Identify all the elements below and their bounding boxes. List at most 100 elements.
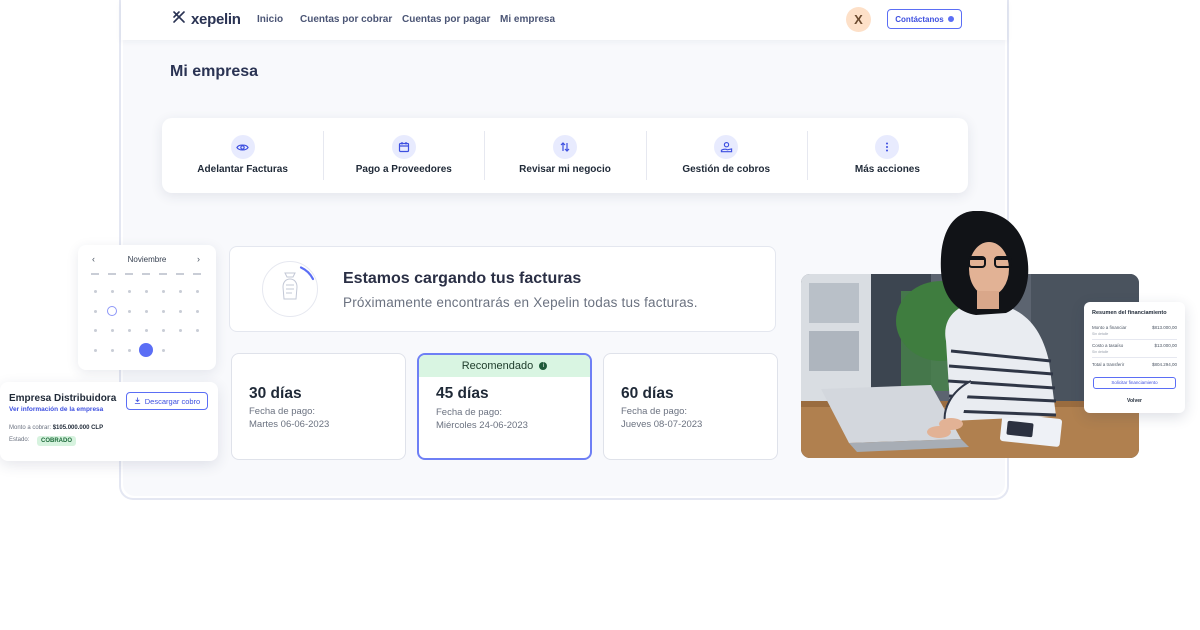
calendar-day[interactable] bbox=[110, 289, 114, 293]
status-label: Estado: bbox=[9, 437, 30, 443]
xepelin-logo-icon bbox=[171, 9, 187, 30]
calendar-day[interactable] bbox=[178, 328, 182, 332]
download-button[interactable]: Descargar cobro bbox=[126, 392, 208, 410]
contact-label: Contáctanos bbox=[895, 14, 944, 24]
calendar-day[interactable] bbox=[93, 328, 97, 332]
calendar-widget: ‹ Noviembre › bbox=[78, 245, 216, 370]
download-icon bbox=[134, 396, 141, 406]
logo-text: xepelin bbox=[191, 11, 241, 28]
plan-title: 45 días bbox=[436, 385, 489, 402]
amount-label: Monto a cobrar: bbox=[9, 425, 52, 431]
action-label: Adelantar Facturas bbox=[197, 164, 288, 175]
calendar-day[interactable] bbox=[161, 289, 165, 293]
eye-icon bbox=[230, 135, 255, 159]
calendar-day[interactable] bbox=[195, 328, 199, 332]
calendar-day-selected[interactable] bbox=[139, 343, 153, 357]
action-pago-proveedores[interactable]: Pago a Proveedores bbox=[323, 118, 484, 193]
quick-actions-bar: Adelantar Facturas Pago a Proveedores Re… bbox=[162, 118, 968, 193]
chevron-right-icon[interactable]: › bbox=[197, 254, 200, 264]
nav-link-cuentas-por-cobrar[interactable]: Cuentas por cobrar bbox=[300, 14, 392, 25]
calendar-day[interactable] bbox=[110, 328, 114, 332]
contact-dot-icon bbox=[947, 16, 954, 22]
summary-divider bbox=[1092, 357, 1177, 358]
logo[interactable]: xepelin bbox=[171, 9, 241, 30]
loading-spinner bbox=[262, 261, 318, 317]
summary-title: Resumen del financiamiento bbox=[1092, 310, 1167, 316]
recommended-banner: Recomendado i bbox=[419, 355, 590, 377]
calendar-weekday-mark bbox=[91, 273, 99, 275]
plan-date-label: Fecha de pago: bbox=[249, 406, 316, 417]
loading-title: Estamos cargando tus facturas bbox=[343, 270, 582, 287]
download-label: Descargar cobro bbox=[144, 396, 201, 406]
contact-button[interactable]: Contáctanos bbox=[887, 9, 962, 29]
summary-row-value: $804.294,00 bbox=[1151, 362, 1177, 367]
hand-money-icon bbox=[714, 135, 739, 159]
calendar-day[interactable] bbox=[93, 348, 97, 352]
calendar-day[interactable] bbox=[161, 328, 165, 332]
financing-summary-card: Resumen del financiamiento Monto a finan… bbox=[1084, 302, 1185, 413]
status-badge: COBRADO bbox=[37, 436, 76, 446]
summary-divider bbox=[1092, 339, 1177, 340]
action-revisar-negocio[interactable]: Revisar mi negocio bbox=[484, 118, 645, 193]
calendar-day[interactable] bbox=[110, 348, 114, 352]
top-navbar: xepelin Inicio Cuentas por cobrar Cuenta… bbox=[121, 0, 1007, 40]
plan-date: Miércoles 24-06-2023 bbox=[436, 420, 528, 431]
calendar-weekday-mark bbox=[193, 273, 201, 275]
company-name: Empresa Distribuidora bbox=[9, 393, 117, 404]
plan-card-45[interactable]: Recomendado i 45 días Fecha de pago: Mié… bbox=[417, 353, 592, 460]
company-info-link[interactable]: Ver información de la empresa bbox=[9, 406, 103, 413]
nav-link-cuentas-por-pagar[interactable]: Cuentas por pagar bbox=[402, 14, 490, 25]
plan-date: Martes 06-06-2023 bbox=[249, 419, 330, 430]
calendar-weekday-mark bbox=[142, 273, 150, 275]
plan-title: 60 días bbox=[621, 385, 674, 402]
action-label: Gestión de cobros bbox=[682, 164, 771, 175]
summary-row-label: Costo a tasaíso bbox=[1092, 343, 1124, 348]
calendar-month: Noviembre bbox=[127, 255, 167, 264]
calendar-day[interactable] bbox=[93, 309, 97, 313]
calendar-day[interactable] bbox=[127, 309, 131, 313]
calendar-day[interactable] bbox=[127, 328, 131, 332]
calendar-day[interactable] bbox=[178, 289, 182, 293]
company-card: Empresa Distribuidora Ver información de… bbox=[0, 382, 218, 461]
action-label: Pago a Proveedores bbox=[355, 164, 452, 175]
nav-link-inicio[interactable]: Inicio bbox=[257, 14, 283, 25]
plan-card-60[interactable]: 60 días Fecha de pago: Jueves 08-07-2023 bbox=[603, 353, 778, 460]
nav-link-mi-empresa[interactable]: Mi empresa bbox=[500, 14, 555, 25]
summary-row-sub: Sin detalle bbox=[1092, 350, 1109, 354]
calendar-day[interactable] bbox=[178, 309, 182, 313]
plan-card-30[interactable]: 30 días Fecha de pago: Martes 06-06-2023 bbox=[231, 353, 406, 460]
calendar-weekday-mark bbox=[176, 273, 184, 275]
calendar-day[interactable] bbox=[144, 328, 148, 332]
calendar-day[interactable] bbox=[127, 289, 131, 293]
calendar-day[interactable] bbox=[93, 289, 97, 293]
loading-subtitle: Próximamente encontrarás en Xepelin toda… bbox=[343, 295, 698, 310]
calendar-day[interactable] bbox=[161, 348, 165, 352]
calendar-day[interactable] bbox=[195, 309, 199, 313]
action-adelantar-facturas[interactable]: Adelantar Facturas bbox=[162, 118, 323, 193]
calendar-day[interactable] bbox=[144, 309, 148, 313]
calendar-day[interactable] bbox=[144, 289, 148, 293]
calendar-day-today[interactable] bbox=[107, 306, 117, 316]
info-icon: i bbox=[539, 362, 548, 370]
calendar-weekday-mark bbox=[125, 273, 133, 275]
plan-title: 30 días bbox=[249, 385, 302, 402]
back-link[interactable]: Volver bbox=[1084, 398, 1185, 404]
request-financing-button[interactable]: Solicitar financiamiento bbox=[1093, 377, 1176, 389]
page-title: Mi empresa bbox=[170, 63, 259, 80]
calendar-icon bbox=[391, 135, 416, 159]
summary-row-label: Monto a financiar bbox=[1092, 325, 1127, 330]
calendar-day[interactable] bbox=[161, 309, 165, 313]
avatar[interactable]: X bbox=[846, 7, 871, 32]
invoice-illustration-icon bbox=[281, 272, 298, 299]
action-mas-acciones[interactable]: Más acciones bbox=[806, 118, 968, 193]
calendar-day[interactable] bbox=[127, 348, 131, 352]
calendar-day[interactable] bbox=[195, 289, 199, 293]
plan-date-label: Fecha de pago: bbox=[436, 407, 503, 418]
calendar-weekday-mark bbox=[108, 273, 116, 275]
summary-row-value: $813.000,00 bbox=[1151, 325, 1177, 330]
action-gestion-cobros[interactable]: Gestión de cobros bbox=[645, 118, 807, 193]
more-vertical-icon bbox=[875, 135, 900, 159]
plan-date-label: Fecha de pago: bbox=[621, 406, 688, 417]
calendar-weekday-mark bbox=[159, 273, 167, 275]
summary-row-value: $13.000,00 bbox=[1154, 343, 1177, 348]
